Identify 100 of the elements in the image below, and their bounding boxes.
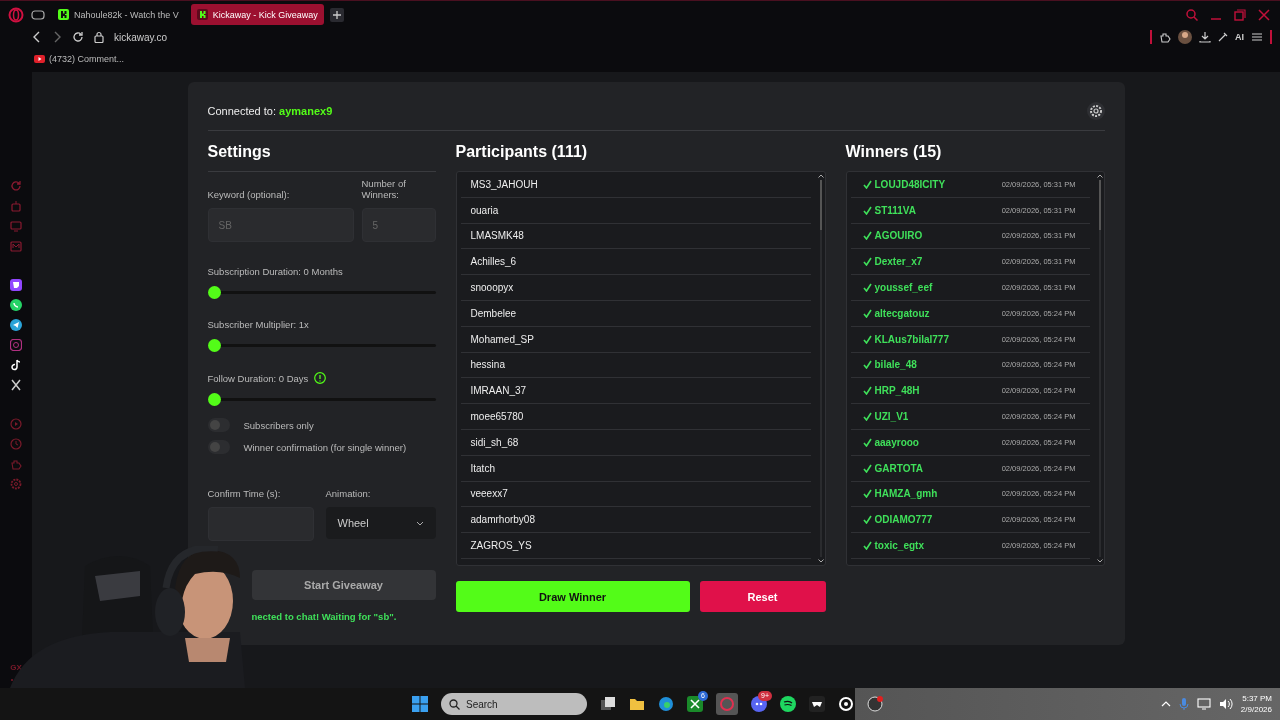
section-title: Participants (111) (455, 142, 589, 162)
toggle-switch[interactable] (207, 440, 230, 454)
winner-name: GARTOTA (874, 462, 923, 474)
windows-icon[interactable] (412, 696, 428, 712)
slider[interactable] (207, 286, 436, 299)
winner-name: UZI_V1 (874, 411, 909, 423)
browser-tab[interactable]: Kickaway - Kick Giveaway (190, 4, 324, 25)
reload-icon[interactable] (72, 31, 84, 43)
address-bar[interactable]: kickaway.co (114, 31, 168, 43)
new-tab-icon[interactable] (329, 7, 344, 22)
participant-name: ZAGROS_YS (460, 533, 811, 559)
check-icon (862, 437, 872, 447)
slider[interactable] (207, 339, 436, 352)
field-label: Keyword (optional): (207, 189, 291, 200)
ai-button[interactable]: AI (1235, 32, 1244, 42)
menu-icon[interactable] (1251, 31, 1263, 43)
steam-icon[interactable] (838, 696, 854, 712)
scroll-down-icon[interactable] (1096, 559, 1103, 563)
chevron-up-icon[interactable] (1160, 701, 1171, 707)
participant-name: sidi_sh_68 (460, 429, 811, 456)
winner-name: aaayrooo (874, 436, 919, 448)
task-view-icon[interactable] (600, 696, 616, 712)
winner-name: altecgatouz (874, 307, 930, 319)
check-icon (862, 334, 872, 344)
participant-name: ouaria (460, 197, 811, 224)
participant-name: LMASMK48 (460, 223, 811, 250)
camera-icon[interactable] (10, 339, 22, 351)
chevron-down-icon (415, 520, 424, 526)
scroll-down-icon[interactable] (817, 559, 824, 563)
kick-icon (196, 9, 208, 20)
check-icon (862, 489, 872, 499)
lock-icon[interactable] (94, 31, 104, 43)
slider-label: Follow Duration: 0 Days (207, 372, 309, 384)
draw-winner-button[interactable]: Draw Winner (455, 581, 690, 612)
spotify-icon[interactable] (780, 696, 796, 712)
whatsapp-icon[interactable] (10, 299, 22, 311)
settings-icon[interactable] (1086, 102, 1105, 120)
telegram-icon[interactable] (10, 319, 22, 331)
toggle-switch[interactable] (207, 418, 230, 432)
slider-thumb[interactable] (207, 393, 221, 406)
close-icon[interactable] (1258, 8, 1270, 21)
speaker-icon[interactable] (1218, 698, 1233, 710)
field-label: Animation: (325, 488, 372, 499)
status-message: nected to chat! Waiting for "sb". (250, 611, 398, 622)
xbox-icon[interactable] (687, 696, 703, 712)
winner-name: ODIAMO777 (874, 514, 933, 526)
slider-thumb[interactable] (207, 286, 221, 299)
x-icon[interactable] (10, 379, 22, 391)
kick-icon (58, 9, 69, 20)
check-icon (862, 541, 872, 551)
twitch-icon[interactable] (10, 279, 22, 291)
bookmark[interactable]: (4732) Comment... (49, 54, 125, 64)
opera-gx-icon[interactable] (716, 693, 738, 715)
input-field[interactable]: 5 (361, 208, 436, 242)
download-icon[interactable] (1199, 31, 1211, 43)
folder-icon[interactable] (629, 696, 645, 712)
participant-name: veeexx7 (460, 481, 811, 508)
back-icon[interactable] (32, 31, 42, 43)
avatar-icon[interactable] (1178, 30, 1192, 44)
slider-label: Subscriber Multiplier: 1x (207, 319, 309, 330)
check-icon (862, 179, 872, 189)
input-field[interactable]: SB (207, 208, 354, 242)
field-label: Confirm Time (s): (207, 488, 282, 499)
slider[interactable] (207, 393, 436, 406)
video-play-icon (34, 55, 45, 63)
scroll-up-icon[interactable] (817, 174, 824, 178)
toggle-label: Winner confirmation (for single winner) (243, 441, 407, 453)
participant-name: IMRAAN_37 (460, 378, 811, 405)
winner-name: HAMZA_gmh (874, 488, 938, 500)
browser-tab[interactable]: Nahoule82k - Watch the V (52, 4, 185, 25)
connection-status: Connected to: aymanex9 (207, 105, 333, 117)
network-icon[interactable] (1196, 698, 1211, 710)
edge-icon[interactable] (658, 696, 674, 712)
slider-thumb[interactable] (207, 339, 221, 352)
participant-name: hessina (460, 352, 811, 379)
reset-button[interactable]: Reset (699, 581, 826, 612)
winner-name: toxic_egtx (874, 540, 924, 552)
start-giveaway-button[interactable]: Start Giveaway (251, 570, 436, 600)
check-icon (862, 283, 872, 293)
check-icon (862, 386, 872, 396)
browser-logo-icon[interactable] (8, 6, 24, 23)
winner-name: AGOUIRO (874, 230, 923, 242)
check-icon (862, 412, 872, 422)
clock-time[interactable]: 5:37 PM (1242, 693, 1272, 704)
taskbar-search[interactable]: Search (441, 693, 587, 715)
obs-icon[interactable] (867, 696, 883, 712)
scroll-up-icon[interactable] (1096, 174, 1103, 178)
winner-name: ST111VA (874, 204, 916, 216)
search-icon[interactable] (1186, 8, 1198, 21)
restore-icon[interactable] (1234, 8, 1246, 21)
clock-date[interactable]: 2/9/2026 (1240, 704, 1272, 715)
forward-icon[interactable] (52, 31, 62, 43)
check-icon (862, 257, 872, 267)
check-icon (862, 308, 872, 318)
music-note-icon[interactable] (10, 359, 22, 371)
participant-name: moee65780 (460, 404, 811, 430)
participant-name: Mohamed_SP (460, 326, 811, 353)
animation-dropdown[interactable]: Wheel (325, 507, 436, 539)
participant-name: snooopyx (460, 275, 811, 301)
search-icon (449, 698, 460, 710)
